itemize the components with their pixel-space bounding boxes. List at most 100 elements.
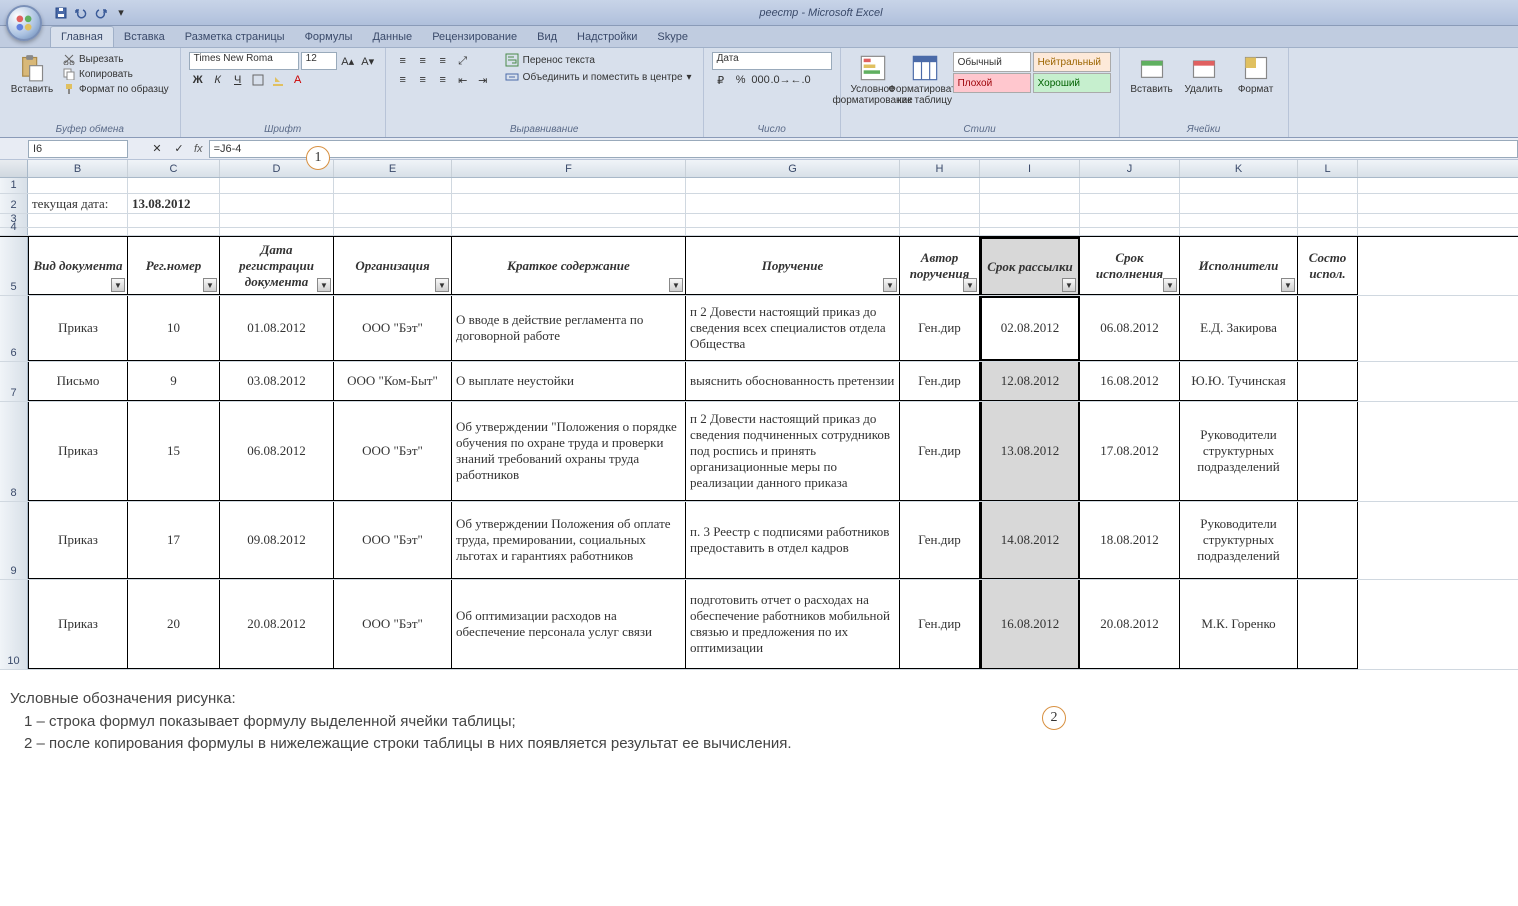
font-size-select[interactable]: 12 — [301, 52, 337, 70]
delete-cells-button[interactable]: Удалить — [1180, 52, 1228, 97]
style-normal[interactable]: Обычный — [953, 52, 1031, 72]
table-cell[interactable]: Ген.дир — [900, 580, 980, 669]
grow-font-icon[interactable]: A▴ — [339, 52, 357, 70]
style-bad[interactable]: Плохой — [953, 73, 1031, 93]
table-header[interactable]: Поручение▼ — [686, 237, 900, 295]
table-cell[interactable]: подготовить отчет о расходах на обеспече… — [686, 580, 900, 669]
table-cell[interactable]: Ю.Ю. Тучинская — [1180, 362, 1298, 401]
table-cell[interactable] — [1298, 362, 1358, 401]
table-cell[interactable]: Приказ — [28, 296, 128, 361]
table-cell[interactable]: Приказ — [28, 502, 128, 579]
merge-center-button[interactable]: Объединить и поместить в центре ▾ — [502, 69, 695, 85]
format-as-table-button[interactable]: Форматировать как таблицу — [901, 52, 949, 108]
table-cell[interactable]: 09.08.2012 — [220, 502, 334, 579]
table-cell[interactable] — [1298, 402, 1358, 501]
tab-data[interactable]: Данные — [362, 27, 422, 47]
table-cell[interactable]: выяснить обоснованность претензии — [686, 362, 900, 401]
percent-icon[interactable]: % — [732, 71, 750, 89]
underline-button[interactable]: Ч — [229, 71, 247, 89]
table-cell[interactable]: 9 — [128, 362, 220, 401]
fill-color-button[interactable] — [269, 71, 287, 89]
col-header[interactable]: G — [686, 160, 900, 177]
table-header[interactable]: Срок рассылки▼ — [980, 237, 1080, 295]
table-cell[interactable]: 10 — [128, 296, 220, 361]
table-cell[interactable]: 20.08.2012 — [1080, 580, 1180, 669]
table-cell[interactable]: ООО "Бэт" — [334, 296, 452, 361]
filter-dropdown-icon[interactable]: ▼ — [317, 278, 331, 292]
number-format-select[interactable]: Дата — [712, 52, 832, 70]
tab-home[interactable]: Главная — [50, 26, 114, 47]
name-box[interactable]: I6 — [28, 140, 128, 158]
col-header[interactable]: F — [452, 160, 686, 177]
tab-pagelayout[interactable]: Разметка страницы — [175, 27, 295, 47]
borders-button[interactable] — [249, 71, 267, 89]
col-header[interactable]: B — [28, 160, 128, 177]
filter-dropdown-icon[interactable]: ▼ — [883, 278, 897, 292]
table-cell[interactable]: Приказ — [28, 402, 128, 501]
table-cell[interactable]: п. 3 Реестр с подписями работников предо… — [686, 502, 900, 579]
table-header[interactable]: Срок исполнения▼ — [1080, 237, 1180, 295]
table-cell[interactable]: 01.08.2012 — [220, 296, 334, 361]
table-cell[interactable]: 15 — [128, 402, 220, 501]
col-header[interactable]: I — [980, 160, 1080, 177]
decrease-indent-icon[interactable]: ⇤ — [454, 71, 472, 89]
table-cell[interactable]: п 2 Довести настоящий приказ до сведения… — [686, 296, 900, 361]
tab-insert[interactable]: Вставка — [114, 27, 175, 47]
table-cell[interactable]: Приказ — [28, 580, 128, 669]
enter-formula-icon[interactable]: ✓ — [170, 140, 188, 158]
filter-dropdown-icon[interactable]: ▼ — [669, 278, 683, 292]
qat-dropdown-icon[interactable]: ▾ — [112, 4, 130, 22]
table-cell[interactable]: М.К. Горенко — [1180, 580, 1298, 669]
fx-icon[interactable]: fx — [194, 143, 203, 155]
table-header[interactable]: Исполнители▼ — [1180, 237, 1298, 295]
align-center-icon[interactable]: ≡ — [414, 71, 432, 89]
table-cell[interactable]: Ген.дир — [900, 402, 980, 501]
table-cell[interactable]: 17.08.2012 — [1080, 402, 1180, 501]
tab-skype[interactable]: Skype — [647, 27, 698, 47]
current-date-label[interactable]: текущая дата: — [28, 194, 128, 213]
table-cell[interactable]: ООО "Бэт" — [334, 580, 452, 669]
font-family-select[interactable]: Times New Roma — [189, 52, 299, 70]
table-cell[interactable]: 12.08.2012 — [980, 362, 1080, 401]
filter-dropdown-icon[interactable]: ▼ — [1281, 278, 1295, 292]
table-cell[interactable]: Об утверждении Положения об оплате труда… — [452, 502, 686, 579]
shrink-font-icon[interactable]: A▾ — [359, 52, 377, 70]
filter-dropdown-icon[interactable]: ▼ — [963, 278, 977, 292]
table-cell[interactable]: 03.08.2012 — [220, 362, 334, 401]
table-cell[interactable]: п 2 Довести настоящий приказ до сведения… — [686, 402, 900, 501]
table-cell[interactable] — [1298, 296, 1358, 361]
italic-button[interactable]: К — [209, 71, 227, 89]
table-cell[interactable]: Об оптимизации расходов на обеспечение п… — [452, 580, 686, 669]
insert-cells-button[interactable]: Вставить — [1128, 52, 1176, 97]
row-header[interactable]: 6 — [0, 296, 28, 361]
row-header[interactable]: 4 — [0, 228, 28, 235]
table-header[interactable]: Организация▼ — [334, 237, 452, 295]
table-cell[interactable]: ООО "Ком-Быт" — [334, 362, 452, 401]
tab-addins[interactable]: Надстройки — [567, 27, 647, 47]
table-header[interactable]: Автор поручения▼ — [900, 237, 980, 295]
select-all-corner[interactable] — [0, 160, 28, 177]
table-cell[interactable]: 20 — [128, 580, 220, 669]
table-header[interactable]: Дата регистрации документа▼ — [220, 237, 334, 295]
filter-dropdown-icon[interactable]: ▼ — [435, 278, 449, 292]
filter-dropdown-icon[interactable]: ▼ — [203, 278, 217, 292]
formula-input[interactable]: =J6-4 — [209, 140, 1518, 158]
orientation-icon[interactable]: ⤢ — [454, 52, 472, 70]
table-cell[interactable]: О выплате неустойки — [452, 362, 686, 401]
format-cells-button[interactable]: Формат — [1232, 52, 1280, 97]
save-icon[interactable] — [52, 4, 70, 22]
wrap-text-button[interactable]: Перенос текста — [502, 52, 695, 68]
current-date-value[interactable]: 13.08.2012 — [128, 194, 220, 213]
font-color-button[interactable]: A — [289, 71, 307, 89]
table-cell[interactable] — [1298, 502, 1358, 579]
filter-dropdown-icon[interactable]: ▼ — [1062, 278, 1076, 292]
table-header[interactable]: Рег.номер▼ — [128, 237, 220, 295]
row-header[interactable]: 8 — [0, 402, 28, 501]
table-cell[interactable]: Письмо — [28, 362, 128, 401]
tab-review[interactable]: Рецензирование — [422, 27, 527, 47]
bold-button[interactable]: Ж — [189, 71, 207, 89]
style-good[interactable]: Хороший — [1033, 73, 1111, 93]
table-cell[interactable]: Ген.дир — [900, 362, 980, 401]
table-cell[interactable]: 17 — [128, 502, 220, 579]
table-cell[interactable]: Е.Д. Закирова — [1180, 296, 1298, 361]
